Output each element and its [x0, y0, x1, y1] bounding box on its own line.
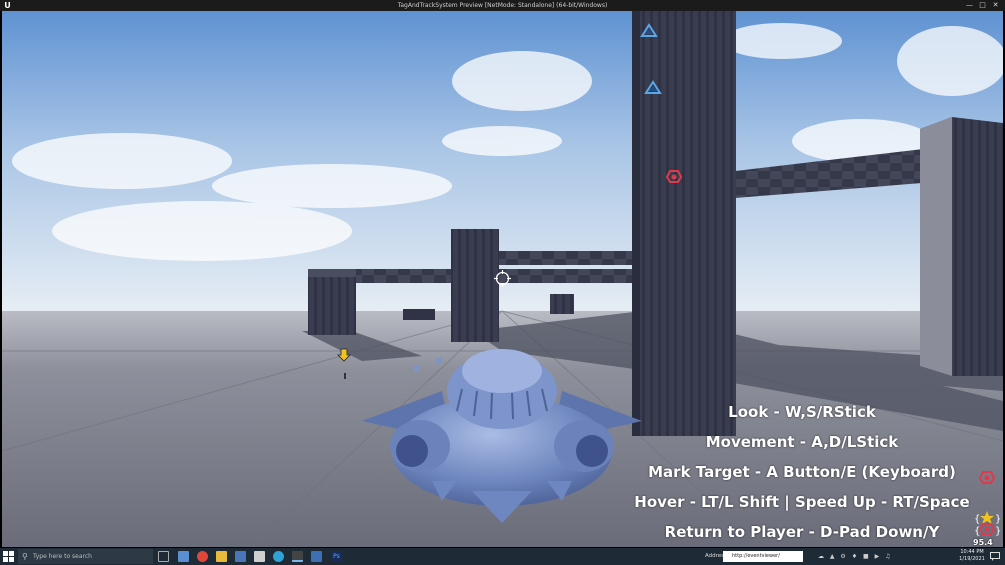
game-window: U TagAndTrackSystem Preview [NetMode: St… [0, 0, 1005, 565]
target-distance: 95.4 m [973, 538, 993, 547]
clock-time: 10:44 PM [960, 549, 984, 555]
chrome-icon[interactable] [197, 551, 208, 562]
title-bar: U TagAndTrackSystem Preview [NetMode: St… [0, 0, 1005, 11]
close-button[interactable]: ✕ [990, 0, 1001, 11]
search-placeholder: Type here to search [33, 553, 92, 560]
minimize-button[interactable]: — [964, 0, 975, 11]
file-explorer-icon[interactable] [216, 551, 227, 562]
photoshop-icon[interactable]: Ps [331, 551, 342, 562]
calculator-icon[interactable] [178, 551, 189, 562]
instruction-movement: Movement - A,D/LStick [705, 433, 899, 451]
mail-icon[interactable] [235, 551, 246, 562]
taskbar: ⚲ Type here to search Ps Address http://… [0, 548, 1005, 565]
notification-icon[interactable] [990, 552, 1000, 561]
notepad-icon[interactable] [254, 551, 265, 562]
address-value: http://eventviewer/ [732, 553, 780, 559]
maximize-button[interactable]: □ [977, 0, 988, 11]
instruction-hover: Hover - LT/L Shift | Speed Up - RT/Space [634, 493, 970, 511]
taskbar-search-input[interactable]: ⚲ Type here to search [18, 549, 153, 564]
app-icon[interactable] [273, 551, 284, 562]
search-icon: ⚲ [22, 552, 28, 561]
window-title: TagAndTrackSystem Preview [NetMode: Stan… [397, 2, 608, 9]
task-view-icon[interactable] [158, 551, 169, 562]
clock-date: 1/19/2021 [959, 556, 985, 562]
unreal-editor-icon[interactable] [292, 551, 303, 562]
instruction-return: Return to Player - D-Pad Down/Y [664, 523, 940, 541]
address-input[interactable]: http://eventviewer/ [723, 551, 803, 562]
taskbar-clock[interactable]: 10:44 PM 1/19/2021 [955, 549, 989, 563]
windows-start-icon[interactable] [3, 551, 14, 562]
game-viewport[interactable]: { } { } Look - W,S/RStick Movement - A,D… [2, 11, 1003, 547]
app-window-icon[interactable] [311, 551, 322, 562]
instruction-look: Look - W,S/RStick [728, 403, 876, 421]
crosshair-icon [494, 270, 511, 287]
instruction-mark-target: Mark Target - A Button/E (Keyboard) [648, 463, 956, 481]
system-tray-icons[interactable]: ☁ ▲ ⚙ ♦ ■ ▶ ♫ [818, 553, 892, 560]
